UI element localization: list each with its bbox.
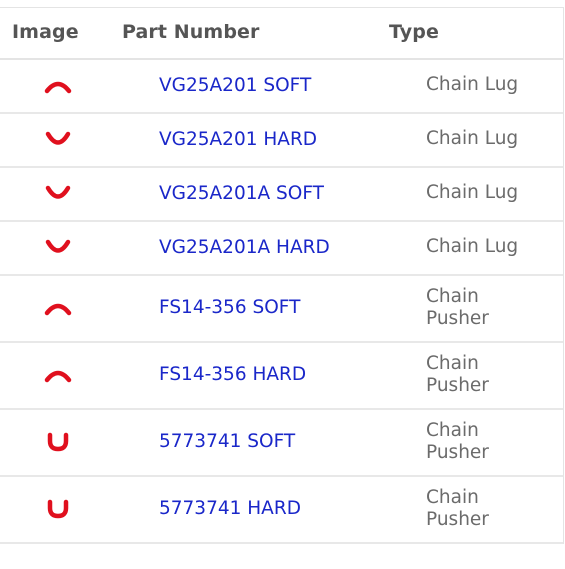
table-header-row: Image Part Number Type [0, 8, 563, 60]
table-row: VG25A201A HARD Chain Lug [0, 222, 563, 276]
arch-up-red-icon[interactable] [44, 76, 72, 96]
part-number-link[interactable]: VG25A201A SOFT [159, 183, 324, 204]
column-header-image: Image [12, 21, 79, 43]
part-number-link[interactable]: 5773741 HARD [159, 498, 301, 519]
part-type: Chain Lug [426, 74, 519, 95]
part-number-link[interactable]: FS14-356 HARD [159, 364, 306, 385]
table-row: VG25A201A SOFT Chain Lug [0, 168, 563, 222]
arch-down-red-icon[interactable] [44, 130, 72, 150]
column-header-type[interactable]: Type [389, 21, 439, 43]
part-number-link[interactable]: 5773741 SOFT [159, 431, 295, 452]
part-type: Chain Lug [426, 236, 519, 257]
table-row: 5773741 HARD Chain Pusher [0, 477, 563, 544]
part-number-link[interactable]: VG25A201 SOFT [159, 75, 311, 96]
u-shape-red-icon[interactable] [44, 432, 72, 452]
part-number-link[interactable]: VG25A201 HARD [159, 129, 317, 150]
arch-up-red-icon[interactable] [44, 298, 72, 318]
part-type: Chain Pusher [426, 286, 489, 329]
arch-up-red-icon[interactable] [44, 365, 72, 385]
table-row: FS14-356 SOFT Chain Pusher [0, 276, 563, 343]
table-row: VG25A201 HARD Chain Lug [0, 114, 563, 168]
arch-down-red-icon[interactable] [44, 184, 72, 204]
table-row: FS14-356 HARD Chain Pusher [0, 343, 563, 410]
part-type: Chain Pusher [426, 353, 489, 396]
parts-table: Image Part Number Type VG25A201 SOFT Cha… [0, 7, 564, 544]
part-type: Chain Pusher [426, 420, 489, 463]
part-number-link[interactable]: VG25A201A HARD [159, 237, 330, 258]
u-shape-red-icon[interactable] [44, 499, 72, 519]
part-type: Chain Lug [426, 128, 519, 149]
column-header-part-number[interactable]: Part Number [122, 21, 260, 43]
table-row: VG25A201 SOFT Chain Lug [0, 60, 563, 114]
part-type: Chain Pusher [426, 487, 489, 530]
table-row: 5773741 SOFT Chain Pusher [0, 410, 563, 477]
arch-down-red-icon[interactable] [44, 238, 72, 258]
part-type: Chain Lug [426, 182, 519, 203]
part-number-link[interactable]: FS14-356 SOFT [159, 297, 300, 318]
